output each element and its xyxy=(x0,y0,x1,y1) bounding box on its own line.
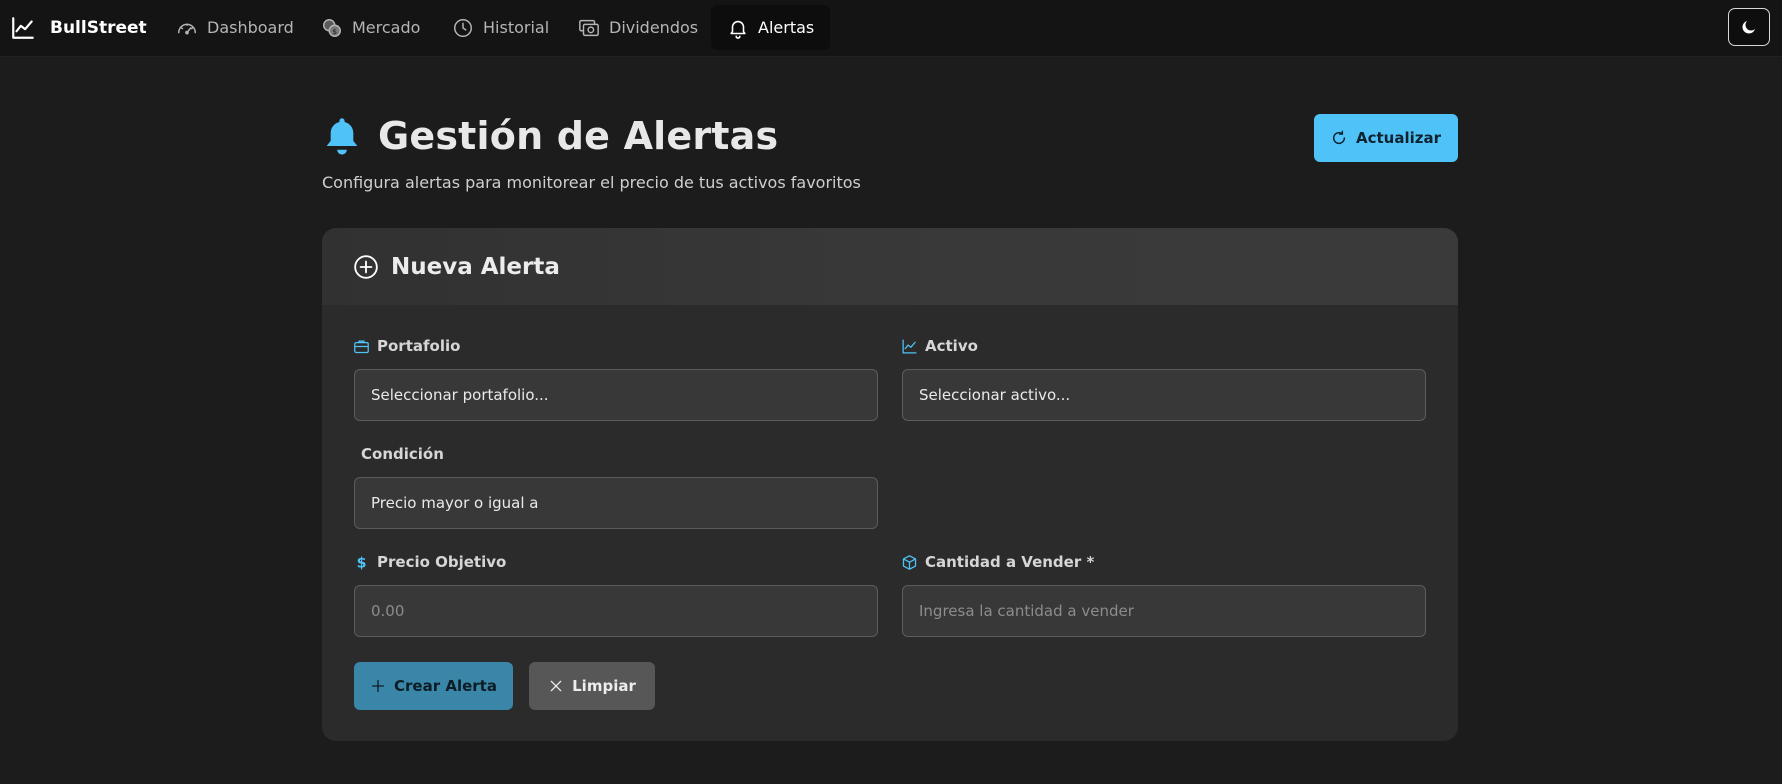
nav-item-label: Mercado xyxy=(352,18,421,37)
nav-item-label: Dividendos xyxy=(609,18,699,37)
coins-icon: $ xyxy=(323,18,341,37)
nav-item-historial[interactable]: Historial xyxy=(436,5,565,50)
new-alert-card: Nueva Alerta Portafolio Seleccionar port… xyxy=(322,228,1458,741)
brand-name: BullStreet xyxy=(50,18,147,38)
plus-circle-icon xyxy=(354,254,378,279)
trending-up-icon xyxy=(12,17,34,39)
asset-select[interactable]: Seleccionar activo... xyxy=(902,369,1426,421)
refresh-icon xyxy=(1332,130,1346,145)
refresh-button-label: Actualizar xyxy=(1355,129,1441,147)
cash-icon xyxy=(579,19,599,36)
bell-icon xyxy=(326,118,358,155)
nav-item-label: Historial xyxy=(483,18,550,37)
nav-item-dashboard[interactable]: Dashboard xyxy=(160,5,310,50)
box-icon xyxy=(902,554,917,570)
target-price-input[interactable]: 0.00 xyxy=(354,585,878,637)
dollar-icon: $ xyxy=(357,555,367,571)
asset-label: Activo xyxy=(901,337,978,355)
nav-item-label: Alertas xyxy=(758,18,815,37)
condition-label: Condición xyxy=(361,445,444,463)
bell-icon xyxy=(730,20,746,39)
create-alert-button[interactable]: Crear Alerta xyxy=(354,662,513,710)
top-navbar: BullStreet Dashboard $ Mercado Historial… xyxy=(0,0,1782,57)
plus-icon xyxy=(372,680,385,692)
briefcase-icon xyxy=(354,340,369,353)
gauge-icon xyxy=(178,23,196,34)
close-icon xyxy=(550,680,562,692)
svg-text:$: $ xyxy=(357,555,367,571)
quantity-label: Cantidad a Vender * xyxy=(901,553,1094,571)
create-alert-label: Crear Alerta xyxy=(394,677,497,695)
portfolio-label: Portafolio xyxy=(353,337,460,355)
theme-toggle-button[interactable] xyxy=(1728,8,1770,46)
trending-up-icon xyxy=(902,338,917,354)
clear-label: Limpiar xyxy=(572,677,636,695)
nav-item-mercado[interactable]: $ Mercado xyxy=(305,5,436,50)
card-header: Nueva Alerta xyxy=(322,228,1458,305)
svg-text:$: $ xyxy=(332,26,337,35)
nav-item-label: Dashboard xyxy=(207,18,294,37)
refresh-button[interactable]: Actualizar xyxy=(1314,114,1458,162)
page-subtitle: Configura alertas para monitorear el pre… xyxy=(322,173,861,192)
card-title: Nueva Alerta xyxy=(391,253,560,280)
nav-item-dividendos[interactable]: Dividendos xyxy=(562,5,714,50)
clock-icon xyxy=(454,18,472,37)
moon-icon xyxy=(1742,21,1755,34)
brand[interactable]: BullStreet xyxy=(10,14,147,42)
target-price-label: $ Precio Objetivo xyxy=(353,553,507,571)
nav-item-alertas[interactable]: Alertas xyxy=(711,5,831,50)
portfolio-select[interactable]: Seleccionar portafolio... xyxy=(354,369,878,421)
page-title: Gestión de Alertas xyxy=(322,114,778,158)
condition-select[interactable]: Precio mayor o igual a xyxy=(354,477,878,529)
quantity-input[interactable]: Ingresa la cantidad a vender xyxy=(902,585,1426,637)
clear-button[interactable]: Limpiar xyxy=(529,662,655,710)
page-title-text: Gestión de Alertas xyxy=(378,114,779,158)
